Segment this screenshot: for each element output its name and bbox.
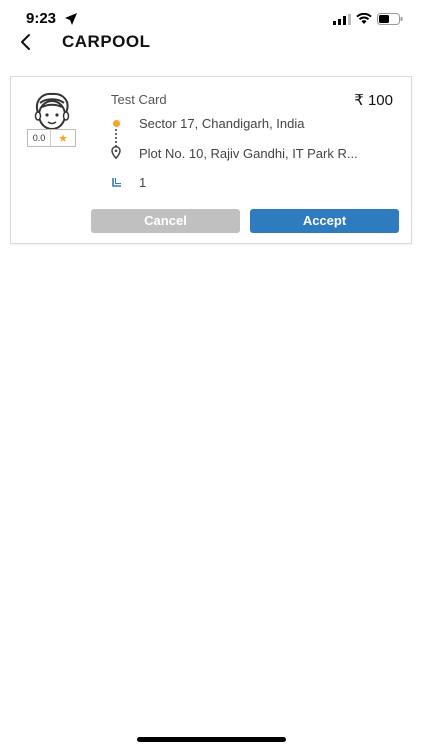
ride-request-card: 0.0 ★ Test Card ₹ 100 Sector 17, Chandig… (10, 76, 412, 244)
seat-count: 1 (139, 175, 147, 190)
rating-badge: 0.0 ★ (27, 129, 76, 147)
home-indicator[interactable] (137, 737, 286, 742)
location-arrow-icon (65, 13, 77, 25)
seat-icon (112, 178, 121, 187)
status-time: 9:23 (26, 10, 57, 27)
route-line (115, 129, 120, 147)
pickup-dot-icon (113, 120, 120, 127)
drop-location: Plot No. 10, Rajiv Gandhi, IT Park R... (139, 146, 358, 161)
currency-symbol: ₹ (354, 92, 364, 109)
pickup-location: Sector 17, Chandigarh, India (139, 116, 305, 131)
rating-value: 0.0 (28, 130, 51, 146)
cancel-button[interactable]: Cancel (91, 209, 240, 233)
star-icon: ★ (58, 132, 68, 145)
signal-icon (333, 14, 351, 25)
price-value: 100 (367, 92, 393, 109)
rider-name: Test Card (111, 92, 167, 107)
chevron-left-icon[interactable] (14, 30, 38, 54)
page-title: CARPOOL (62, 32, 151, 51)
app-header: CARPOOL (0, 28, 422, 58)
accept-button[interactable]: Accept (250, 209, 399, 233)
wifi-icon (356, 13, 372, 24)
map-pin-icon (111, 146, 121, 159)
battery-icon (377, 13, 403, 25)
fare-price: ₹ 100 (354, 91, 393, 109)
